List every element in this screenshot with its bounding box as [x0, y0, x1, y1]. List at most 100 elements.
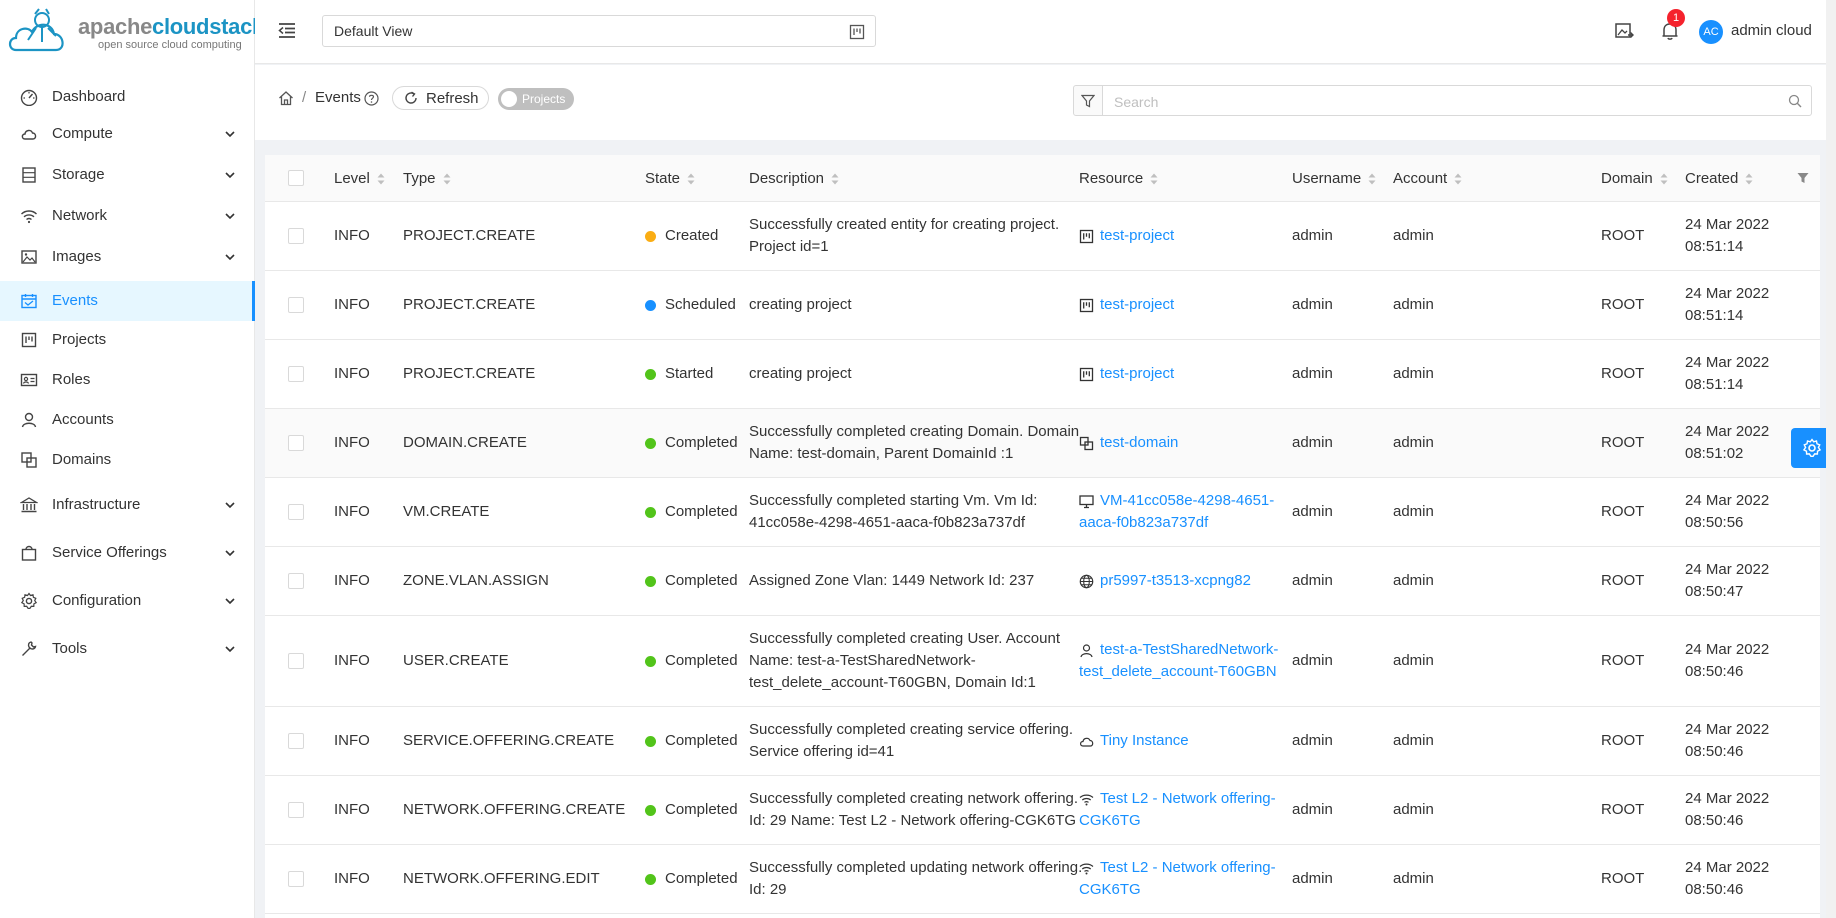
column-header-level[interactable]: Level: [334, 170, 386, 187]
row-checkbox[interactable]: [288, 228, 304, 244]
row-checkbox[interactable]: [288, 297, 304, 313]
column-header-account[interactable]: Account: [1393, 170, 1463, 187]
resource-link[interactable]: VM-41cc058e-4298-4651-: [1079, 490, 1274, 512]
table-row[interactable]: INFO USER.CREATE Completed Successfully …: [265, 616, 1820, 707]
projects-toggle-switch[interactable]: Projects: [498, 88, 574, 110]
table-row[interactable]: INFO VM.CREATE Completed Successfully co…: [265, 478, 1820, 547]
resource-link-cont[interactable]: aaca-f0b823a737df: [1079, 514, 1208, 531]
sidebar-item-accounts[interactable]: Accounts: [0, 400, 255, 440]
column-header-resource[interactable]: Resource: [1079, 170, 1159, 187]
sidebar-item-projects[interactable]: Projects: [0, 320, 255, 360]
resource-link-cont[interactable]: test_delete_account-T60GBN: [1079, 663, 1277, 680]
column-header-type[interactable]: Type: [403, 170, 452, 187]
event-username[interactable]: admin: [1292, 650, 1333, 672]
sidebar-item-images[interactable]: Images: [0, 237, 255, 277]
table-row[interactable]: INFO PROJECT.CREATE Started creating pro…: [265, 340, 1820, 409]
search-input[interactable]: Search: [1102, 85, 1812, 116]
event-level[interactable]: INFO: [334, 294, 370, 316]
column-header-domain[interactable]: Domain: [1601, 170, 1669, 187]
resource-link[interactable]: Tiny Instance: [1079, 730, 1189, 752]
avatar[interactable]: AC: [1699, 20, 1723, 44]
event-domain[interactable]: ROOT: [1601, 432, 1644, 454]
home-icon[interactable]: [278, 90, 294, 106]
resource-link[interactable]: Test L2 - Network offering-: [1079, 857, 1276, 879]
event-domain[interactable]: ROOT: [1601, 799, 1644, 821]
event-resource[interactable]: Test L2 - Network offering- CGK6TG: [1079, 788, 1276, 832]
row-checkbox[interactable]: [288, 653, 304, 669]
event-username[interactable]: admin: [1292, 730, 1333, 752]
row-checkbox[interactable]: [288, 435, 304, 451]
event-domain[interactable]: ROOT: [1601, 501, 1644, 523]
event-account[interactable]: admin: [1393, 294, 1434, 316]
sidebar-item-storage[interactable]: Storage: [0, 155, 255, 195]
event-account[interactable]: admin: [1393, 501, 1434, 523]
event-username[interactable]: admin: [1292, 501, 1333, 523]
row-checkbox[interactable]: [288, 504, 304, 520]
resource-link-cont[interactable]: CGK6TG: [1079, 812, 1141, 829]
column-header-created[interactable]: Created: [1685, 170, 1754, 187]
event-resource[interactable]: test-project: [1079, 225, 1174, 247]
image-export-icon[interactable]: [1614, 21, 1634, 41]
column-header-state[interactable]: State: [645, 170, 696, 187]
event-domain[interactable]: ROOT: [1601, 730, 1644, 752]
column-filter-icon[interactable]: [1797, 172, 1809, 184]
sidebar-item-tools[interactable]: Tools: [0, 629, 255, 669]
table-row[interactable]: INFO SERVICE.OFFERING.CREATE Completed S…: [265, 707, 1820, 776]
event-username[interactable]: admin: [1292, 799, 1333, 821]
table-row[interactable]: INFO NETWORK.OFFERING.CREATE Completed S…: [265, 776, 1820, 845]
sidebar-item-domains[interactable]: Domains: [0, 440, 255, 480]
column-header-description[interactable]: Description: [749, 170, 840, 187]
event-resource[interactable]: Tiny Instance: [1079, 730, 1189, 752]
event-level[interactable]: INFO: [334, 650, 370, 672]
event-username[interactable]: admin: [1292, 868, 1333, 890]
event-level[interactable]: INFO: [334, 225, 370, 247]
event-resource[interactable]: test-project: [1079, 294, 1174, 316]
event-level[interactable]: INFO: [334, 868, 370, 890]
event-domain[interactable]: ROOT: [1601, 363, 1644, 385]
event-account[interactable]: admin: [1393, 799, 1434, 821]
question-circle-icon[interactable]: [364, 91, 379, 106]
sidebar-item-service-offerings[interactable]: Service Offerings: [0, 533, 255, 573]
event-resource[interactable]: test-a-TestSharedNetwork-test_delete_acc…: [1079, 639, 1278, 683]
resource-link[interactable]: test-a-TestSharedNetwork-: [1079, 639, 1278, 661]
event-username[interactable]: admin: [1292, 225, 1333, 247]
menu-fold-icon[interactable]: [277, 20, 297, 40]
user-menu-name[interactable]: admin cloud: [1731, 22, 1812, 39]
event-account[interactable]: admin: [1393, 730, 1434, 752]
event-domain[interactable]: ROOT: [1601, 650, 1644, 672]
table-row[interactable]: INFO NETWORK.OFFERING.EDIT Completed Suc…: [265, 845, 1820, 914]
sidebar-item-dashboard[interactable]: Dashboard: [0, 77, 255, 117]
sidebar-item-roles[interactable]: Roles: [0, 360, 255, 400]
page-scrollbar[interactable]: [1826, 0, 1836, 918]
resource-link[interactable]: pr5997-t3513-xcpng82: [1079, 570, 1251, 592]
event-account[interactable]: admin: [1393, 650, 1434, 672]
resource-link[interactable]: Test L2 - Network offering-: [1079, 788, 1276, 810]
event-level[interactable]: INFO: [334, 799, 370, 821]
event-account[interactable]: admin: [1393, 570, 1434, 592]
table-row[interactable]: INFO ZONE.VLAN.ASSIGN Completed Assigned…: [265, 547, 1820, 616]
sidebar-item-network[interactable]: Network: [0, 196, 255, 236]
row-checkbox[interactable]: [288, 733, 304, 749]
event-account[interactable]: admin: [1393, 868, 1434, 890]
sidebar-item-events[interactable]: Events: [0, 281, 255, 321]
row-checkbox[interactable]: [288, 802, 304, 818]
select-all-checkbox[interactable]: [288, 170, 304, 186]
refresh-button[interactable]: Refresh: [392, 86, 489, 110]
sidebar-item-infrastructure[interactable]: Infrastructure: [0, 485, 255, 525]
logo[interactable]: apachecloudstack open source cloud compu…: [6, 4, 264, 62]
event-resource[interactable]: Test L2 - Network offering- CGK6TG: [1079, 857, 1276, 901]
row-checkbox[interactable]: [288, 871, 304, 887]
event-domain[interactable]: ROOT: [1601, 868, 1644, 890]
event-domain[interactable]: ROOT: [1601, 225, 1644, 247]
sidebar-item-configuration[interactable]: Configuration: [0, 581, 255, 621]
event-domain[interactable]: ROOT: [1601, 570, 1644, 592]
event-resource[interactable]: pr5997-t3513-xcpng82: [1079, 570, 1251, 592]
table-row[interactable]: INFO DOMAIN.CREATE Completed Successfull…: [265, 409, 1820, 478]
event-level[interactable]: INFO: [334, 363, 370, 385]
event-resource[interactable]: VM-41cc058e-4298-4651- aaca-f0b823a737df: [1079, 490, 1274, 534]
project-view-select[interactable]: Default View: [322, 15, 876, 47]
event-username[interactable]: admin: [1292, 570, 1333, 592]
table-row[interactable]: INFO PROJECT.CREATE Created Successfully…: [265, 202, 1820, 271]
filter-button[interactable]: [1073, 85, 1103, 116]
event-account[interactable]: admin: [1393, 432, 1434, 454]
